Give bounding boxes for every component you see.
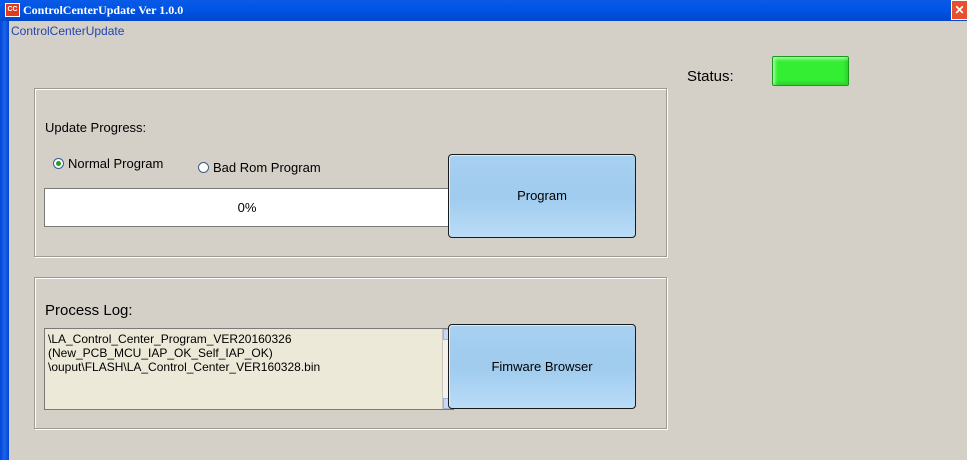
update-progress-bar: 0% bbox=[44, 188, 450, 227]
app-icon: CC bbox=[5, 3, 20, 17]
window-title: ControlCenterUpdate Ver 1.0.0 bbox=[23, 3, 184, 17]
radio-bad-rom-program[interactable]: Bad Rom Program bbox=[198, 160, 321, 175]
radio-bad-rom-label: Bad Rom Program bbox=[213, 160, 321, 175]
window-frame-left bbox=[0, 21, 9, 460]
title-bar[interactable]: CC ControlCenterUpdate Ver 1.0.0 ✕ bbox=[0, 0, 967, 21]
radio-unselected-icon[interactable] bbox=[198, 162, 209, 173]
log-text: \LA_Control_Center_Program_VER20160326 (… bbox=[48, 332, 321, 374]
radio-normal-label: Normal Program bbox=[68, 156, 164, 171]
close-button[interactable]: ✕ bbox=[951, 0, 967, 20]
form-label: ControlCenterUpdate bbox=[11, 24, 125, 38]
firmware-browser-button[interactable]: Fimware Browser bbox=[448, 324, 636, 409]
radio-selected-icon[interactable] bbox=[53, 158, 64, 169]
progress-text: 0% bbox=[237, 200, 257, 215]
program-button[interactable]: Program bbox=[448, 154, 636, 238]
process-log-textarea[interactable]: \LA_Control_Center_Program_VER20160326 (… bbox=[44, 328, 454, 410]
status-indicator bbox=[772, 56, 849, 86]
update-progress-label: Update Progress: bbox=[45, 120, 147, 135]
process-log-label: Process Log: bbox=[45, 302, 133, 319]
radio-normal-program[interactable]: Normal Program bbox=[53, 156, 163, 171]
status-label: Status: bbox=[687, 68, 734, 85]
